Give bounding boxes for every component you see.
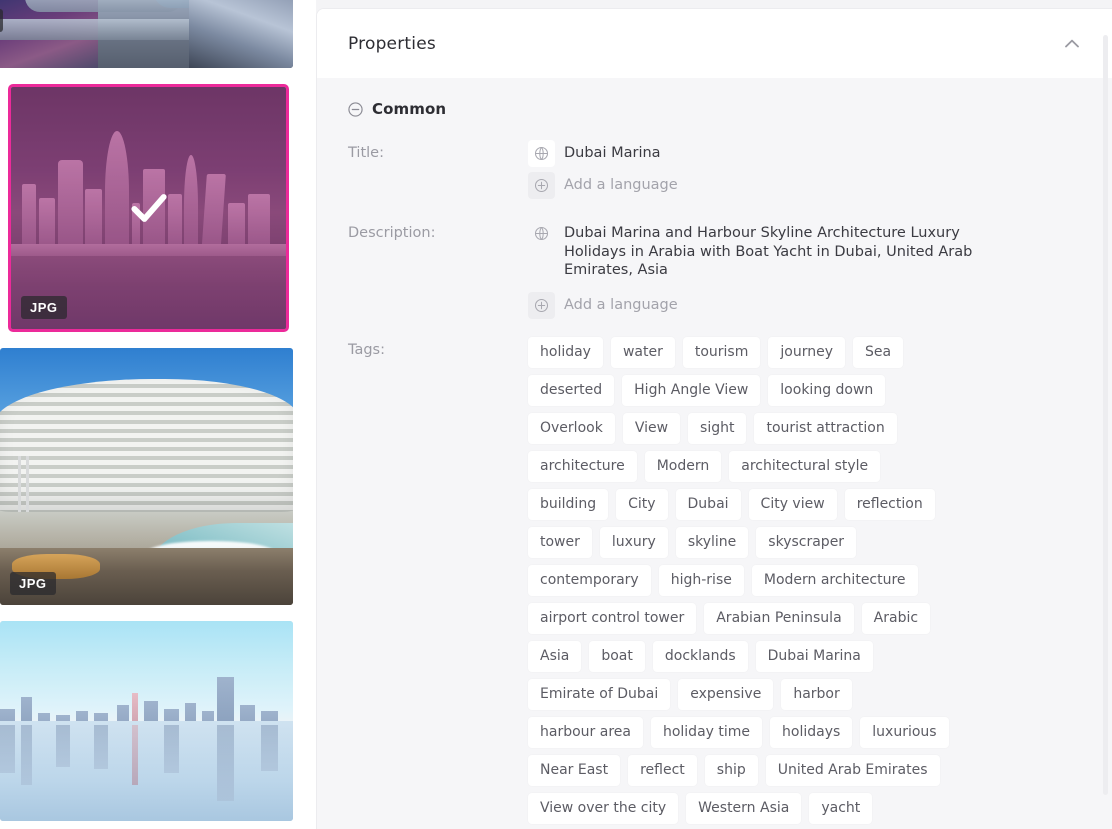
tag-chip[interactable]: holiday time bbox=[650, 716, 763, 748]
field-row-description: Description: Dubai Marina and Harbour Sk… bbox=[317, 220, 1112, 324]
tag-chip[interactable]: reflection bbox=[844, 488, 935, 520]
title-value[interactable]: Dubai Marina bbox=[564, 140, 661, 163]
tag-chip[interactable]: View bbox=[622, 412, 681, 444]
tag-chip[interactable]: United Arab Emirates bbox=[765, 754, 940, 786]
field-row-title: Title: Dubai Marina Add a language bbox=[317, 140, 1112, 204]
field-label-description: Description: bbox=[348, 225, 436, 241]
thumbnail-train-image bbox=[0, 0, 293, 68]
tag-chip[interactable]: Dubai bbox=[675, 488, 741, 520]
description-value[interactable]: Dubai Marina and Harbour Skyline Archite… bbox=[564, 220, 989, 280]
tag-chip[interactable]: water bbox=[610, 336, 675, 368]
field-row-tags: Tags: holiday water tourism journey Sea deser… bbox=[317, 336, 1112, 829]
tag-chip[interactable]: City bbox=[616, 488, 668, 520]
title-language-line: Dubai Marina bbox=[528, 140, 1112, 167]
properties-panel-header: Properties bbox=[317, 9, 1112, 78]
title-add-language-line[interactable]: Add a language bbox=[528, 172, 1112, 199]
tag-chip[interactable]: City view bbox=[748, 488, 837, 520]
tag-chip[interactable]: harbor bbox=[781, 678, 852, 710]
tag-list[interactable]: holiday water tourism journey Sea deserted Hig… bbox=[528, 336, 968, 829]
page-title: Properties bbox=[348, 33, 436, 54]
tag-chip[interactable]: Near East bbox=[528, 754, 621, 786]
tag-chip[interactable]: journey bbox=[768, 336, 845, 368]
tag-chip[interactable]: docklands bbox=[652, 640, 748, 672]
tag-chip[interactable]: sight bbox=[688, 412, 747, 444]
tag-chip[interactable]: Western Asia bbox=[686, 792, 802, 824]
field-label-tags: Tags: bbox=[348, 341, 385, 358]
panel-scrollbar[interactable] bbox=[1103, 35, 1108, 795]
chevron-up-icon[interactable] bbox=[1058, 30, 1086, 58]
tag-chip[interactable]: Modern bbox=[644, 450, 722, 482]
field-value-title: Dubai Marina Add a language bbox=[528, 140, 1112, 204]
plus-circle-icon[interactable] bbox=[528, 291, 555, 319]
properties-panel-body: Common Title: Dubai Marina Add a languag… bbox=[317, 78, 1112, 829]
thumbnail-train[interactable]: G bbox=[0, 0, 293, 68]
minus-circle-icon[interactable] bbox=[348, 101, 363, 117]
properties-panel-wrapper: Properties Common Title: Dubai Marina Ad… bbox=[316, 0, 1112, 829]
tag-chip[interactable]: yacht bbox=[809, 792, 873, 824]
tag-chip[interactable]: View over the city bbox=[528, 792, 679, 824]
title-add-language-label[interactable]: Add a language bbox=[564, 172, 678, 195]
selection-check-icon bbox=[127, 186, 171, 230]
properties-panel: Properties Common Title: Dubai Marina Ad… bbox=[316, 8, 1112, 829]
tag-chip[interactable]: Emirate of Dubai bbox=[528, 678, 671, 710]
field-value-description: Dubai Marina and Harbour Skyline Archite… bbox=[528, 220, 1112, 324]
field-value-tags: holiday water tourism journey Sea deserted Hig… bbox=[528, 336, 1112, 829]
tag-chip[interactable]: architectural style bbox=[729, 450, 881, 482]
section-header-common[interactable]: Common bbox=[317, 100, 1112, 118]
tag-chip[interactable]: ship bbox=[704, 754, 758, 786]
tag-chip[interactable]: Dubai Marina bbox=[755, 640, 873, 672]
tag-chip[interactable]: Overlook bbox=[528, 412, 615, 444]
thumbnail-resort-beach[interactable]: JPG bbox=[0, 348, 293, 605]
tag-chip[interactable]: high-rise bbox=[658, 564, 744, 596]
tag-chip[interactable]: boat bbox=[589, 640, 645, 672]
globe-icon[interactable] bbox=[528, 140, 555, 167]
globe-icon[interactable] bbox=[528, 220, 555, 247]
thumbnail-format-badge: JPG bbox=[21, 296, 67, 319]
tag-chip[interactable]: contemporary bbox=[528, 564, 651, 596]
description-add-language-label[interactable]: Add a language bbox=[564, 292, 678, 315]
tag-chip[interactable]: harbour area bbox=[528, 716, 643, 748]
tag-chip[interactable]: Sea bbox=[852, 336, 904, 368]
thumbnail-dubai-marina[interactable]: JPG bbox=[8, 84, 289, 332]
thumbnail-city-skyline-image bbox=[0, 621, 293, 821]
tag-chip[interactable]: building bbox=[528, 488, 609, 520]
tag-chip[interactable]: tourism bbox=[682, 336, 761, 368]
thumbnail-format-badge: JPG bbox=[10, 572, 56, 595]
tag-chip[interactable]: Arabian Peninsula bbox=[704, 602, 854, 634]
tag-chip[interactable]: expensive bbox=[678, 678, 774, 710]
properties-editor-screen: G bbox=[0, 0, 1112, 829]
tag-chip[interactable]: airport control tower bbox=[528, 602, 697, 634]
tag-chip[interactable]: tower bbox=[528, 526, 592, 558]
tag-chip[interactable]: luxury bbox=[599, 526, 668, 558]
tag-chip[interactable]: holiday bbox=[528, 336, 603, 368]
tag-chip[interactable]: Arabic bbox=[861, 602, 931, 634]
field-label-title: Title: bbox=[348, 145, 384, 161]
section-title: Common bbox=[372, 100, 447, 118]
description-language-line: Dubai Marina and Harbour Skyline Archite… bbox=[528, 220, 1112, 280]
thumbnail-city-skyline-reflection[interactable] bbox=[0, 621, 293, 821]
tag-chip[interactable]: architecture bbox=[528, 450, 637, 482]
tag-chip[interactable]: reflect bbox=[628, 754, 697, 786]
tag-chip[interactable]: holidays bbox=[770, 716, 853, 748]
tag-chip[interactable]: deserted bbox=[528, 374, 615, 406]
tag-chip[interactable]: looking down bbox=[768, 374, 886, 406]
tag-chip[interactable]: tourist attraction bbox=[754, 412, 897, 444]
tag-chip[interactable]: skyscraper bbox=[756, 526, 857, 558]
tag-chip[interactable]: Asia bbox=[528, 640, 582, 672]
tag-chip[interactable]: Modern architecture bbox=[751, 564, 918, 596]
plus-circle-icon[interactable] bbox=[528, 172, 555, 199]
description-add-language-line[interactable]: Add a language bbox=[528, 291, 1112, 319]
thumbnail-resort-beach-image bbox=[0, 348, 293, 605]
thumbnail-rail[interactable]: G bbox=[0, 0, 316, 829]
thumbnail-format-badge: G bbox=[0, 9, 3, 32]
tag-chip[interactable]: High Angle View bbox=[622, 374, 761, 406]
tag-chip[interactable]: luxurious bbox=[860, 716, 949, 748]
tag-chip[interactable]: skyline bbox=[675, 526, 749, 558]
